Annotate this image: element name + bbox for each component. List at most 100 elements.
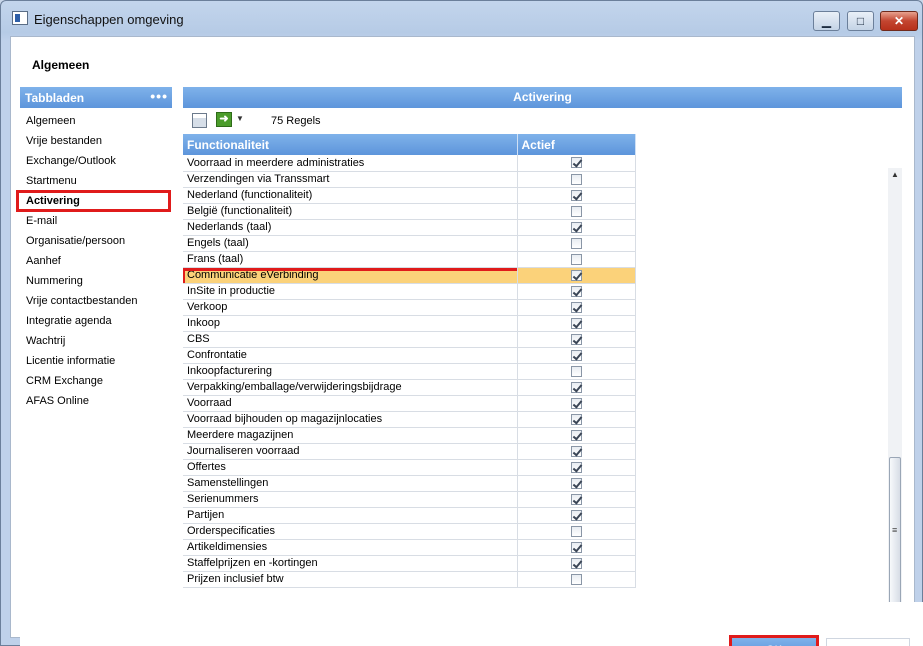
scroll-up-icon[interactable]: ▲ <box>888 168 902 182</box>
active-checkbox[interactable] <box>570 461 582 473</box>
functionality-name: Staffelprijzen en -kortingen <box>183 555 518 572</box>
table-row[interactable]: Voorraad <box>183 395 636 412</box>
cancel-button[interactable]: Annuleren <box>826 638 910 646</box>
active-checkbox[interactable] <box>570 573 582 585</box>
active-checkbox[interactable] <box>570 557 582 569</box>
table-row[interactable]: Journaliseren voorraad <box>183 443 636 460</box>
active-checkbox[interactable] <box>570 301 582 313</box>
table-row[interactable]: Engels (taal) <box>183 235 636 252</box>
table-row[interactable]: Verzendingen via Transsmart <box>183 171 636 188</box>
sidebar-item-wachtrij[interactable]: Wachtrij <box>20 331 172 351</box>
column-header-functionaliteit[interactable]: Functionaliteit <box>183 134 518 155</box>
active-checkbox[interactable] <box>570 509 582 521</box>
table-row[interactable]: Communicatie eVerbinding <box>183 267 636 284</box>
active-checkbox[interactable] <box>570 477 582 489</box>
table-row[interactable]: Samenstellingen <box>183 475 636 492</box>
table-row[interactable]: Inkoopfacturering <box>183 363 636 380</box>
active-cell <box>517 283 636 300</box>
close-button[interactable]: ✕ <box>880 11 918 31</box>
active-checkbox[interactable] <box>570 349 582 361</box>
sidebar-item-vrije-contactbestanden[interactable]: Vrije contactbestanden <box>20 291 172 311</box>
table-row[interactable]: InSite in productie <box>183 283 636 300</box>
active-checkbox[interactable] <box>570 189 582 201</box>
table-row[interactable]: CBS <box>183 331 636 348</box>
active-cell <box>517 555 636 572</box>
table-row[interactable]: Voorraad in meerdere administraties <box>183 155 636 172</box>
active-checkbox[interactable] <box>570 205 582 217</box>
functionality-name: Journaliseren voorraad <box>183 443 518 460</box>
active-checkbox[interactable] <box>570 413 582 425</box>
sidebar-item-organisatie-persoon[interactable]: Organisatie/persoon <box>20 231 172 251</box>
active-checkbox[interactable] <box>570 285 582 297</box>
dialog-client-area: Algemeen Tabbladen ••• Algemeen Vrije bes… <box>10 36 923 646</box>
active-checkbox[interactable] <box>570 157 582 169</box>
active-checkbox[interactable] <box>570 317 582 329</box>
sidebar-item-aanhef[interactable]: Aanhef <box>20 251 172 271</box>
table-row[interactable]: Staffelprijzen en -kortingen <box>183 555 636 572</box>
activation-grid: Functionaliteit Actief Voorraad in meerd… <box>183 134 636 588</box>
sidebar-item-crm-exchange[interactable]: CRM Exchange <box>20 371 172 391</box>
active-checkbox[interactable] <box>570 221 582 233</box>
active-cell <box>517 459 636 476</box>
active-checkbox[interactable] <box>570 525 582 537</box>
table-row[interactable]: Voorraad bijhouden op magazijnlocaties <box>183 411 636 428</box>
title-bar[interactable]: Eigenschappen omgeving ▁ □ ✕ <box>1 1 922 35</box>
table-row[interactable]: België (functionaliteit) <box>183 203 636 220</box>
sidebar-item-integratie-agenda[interactable]: Integratie agenda <box>20 311 172 331</box>
sidebar-item-licentie-informatie[interactable]: Licentie informatie <box>20 351 172 371</box>
table-row[interactable]: Artikeldimensies <box>183 539 636 556</box>
active-checkbox[interactable] <box>570 397 582 409</box>
ok-button[interactable]: OK <box>729 635 819 646</box>
sidebar-item-e-mail[interactable]: E-mail <box>20 211 172 231</box>
more-options-icon[interactable]: ••• <box>150 88 168 104</box>
sidebar-item-nummering[interactable]: Nummering <box>20 271 172 291</box>
table-row[interactable]: Nederlands (taal) <box>183 219 636 236</box>
export-arrow-icon[interactable]: ➜ <box>216 112 232 127</box>
minimize-button[interactable]: ▁ <box>813 11 840 31</box>
scroll-thumb[interactable]: ≡ <box>889 457 901 607</box>
active-checkbox[interactable] <box>570 493 582 505</box>
table-row[interactable]: Serienummers <box>183 491 636 508</box>
sidebar-item-afas-online[interactable]: AFAS Online <box>20 391 172 411</box>
sidebar-item-vrije-bestanden[interactable]: Vrije bestanden <box>20 131 172 151</box>
sidebar-header: Tabbladen ••• <box>20 87 172 108</box>
table-row[interactable]: Meerdere magazijnen <box>183 427 636 444</box>
sidebar-item-algemeen[interactable]: Algemeen <box>20 111 172 131</box>
table-row[interactable]: Verpakking/emballage/verwijderingsbijdra… <box>183 379 636 396</box>
table-row[interactable]: Confrontatie <box>183 347 636 364</box>
active-checkbox[interactable] <box>570 173 582 185</box>
active-checkbox[interactable] <box>570 333 582 345</box>
vertical-scrollbar[interactable]: ▲ ≡ ▼ <box>888 168 902 625</box>
active-checkbox[interactable] <box>570 381 582 393</box>
sidebar-item-activering[interactable]: Activering <box>16 190 171 212</box>
table-row[interactable]: Offertes <box>183 459 636 476</box>
table-row[interactable]: Prijzen inclusief btw <box>183 571 636 588</box>
active-checkbox[interactable] <box>570 237 582 249</box>
column-header-actief[interactable]: Actief <box>517 134 636 155</box>
active-checkbox[interactable] <box>570 365 582 377</box>
scroll-grip-icon: ≡ <box>892 525 898 535</box>
active-cell <box>517 379 636 396</box>
toolbar: ➜ ▼ 75 Regels <box>183 108 902 134</box>
grid-view-icon[interactable] <box>192 113 207 128</box>
sidebar-item-startmenu[interactable]: Startmenu <box>20 171 172 191</box>
table-row[interactable]: Inkoop <box>183 315 636 332</box>
active-checkbox[interactable] <box>570 429 582 441</box>
maximize-button[interactable]: □ <box>847 11 874 31</box>
table-row[interactable]: Frans (taal) <box>183 251 636 268</box>
table-row[interactable]: Partijen <box>183 507 636 524</box>
functionality-name: Inkoop <box>183 315 518 332</box>
functionality-name: Samenstellingen <box>183 475 518 492</box>
sidebar-item-exchange-outlook[interactable]: Exchange/Outlook <box>20 151 172 171</box>
table-row[interactable]: Orderspecificaties <box>183 523 636 540</box>
active-checkbox[interactable] <box>570 269 582 281</box>
active-checkbox[interactable] <box>570 445 582 457</box>
table-row[interactable]: Nederland (functionaliteit) <box>183 187 636 204</box>
dropdown-caret-icon[interactable]: ▼ <box>236 114 244 123</box>
row-count: 75 Regels <box>271 115 321 127</box>
active-checkbox[interactable] <box>570 253 582 265</box>
active-cell <box>517 187 636 204</box>
active-checkbox[interactable] <box>570 541 582 553</box>
sidebar-list: Algemeen Vrije bestanden Exchange/Outlook S… <box>16 108 172 411</box>
table-row[interactable]: Verkoop <box>183 299 636 316</box>
